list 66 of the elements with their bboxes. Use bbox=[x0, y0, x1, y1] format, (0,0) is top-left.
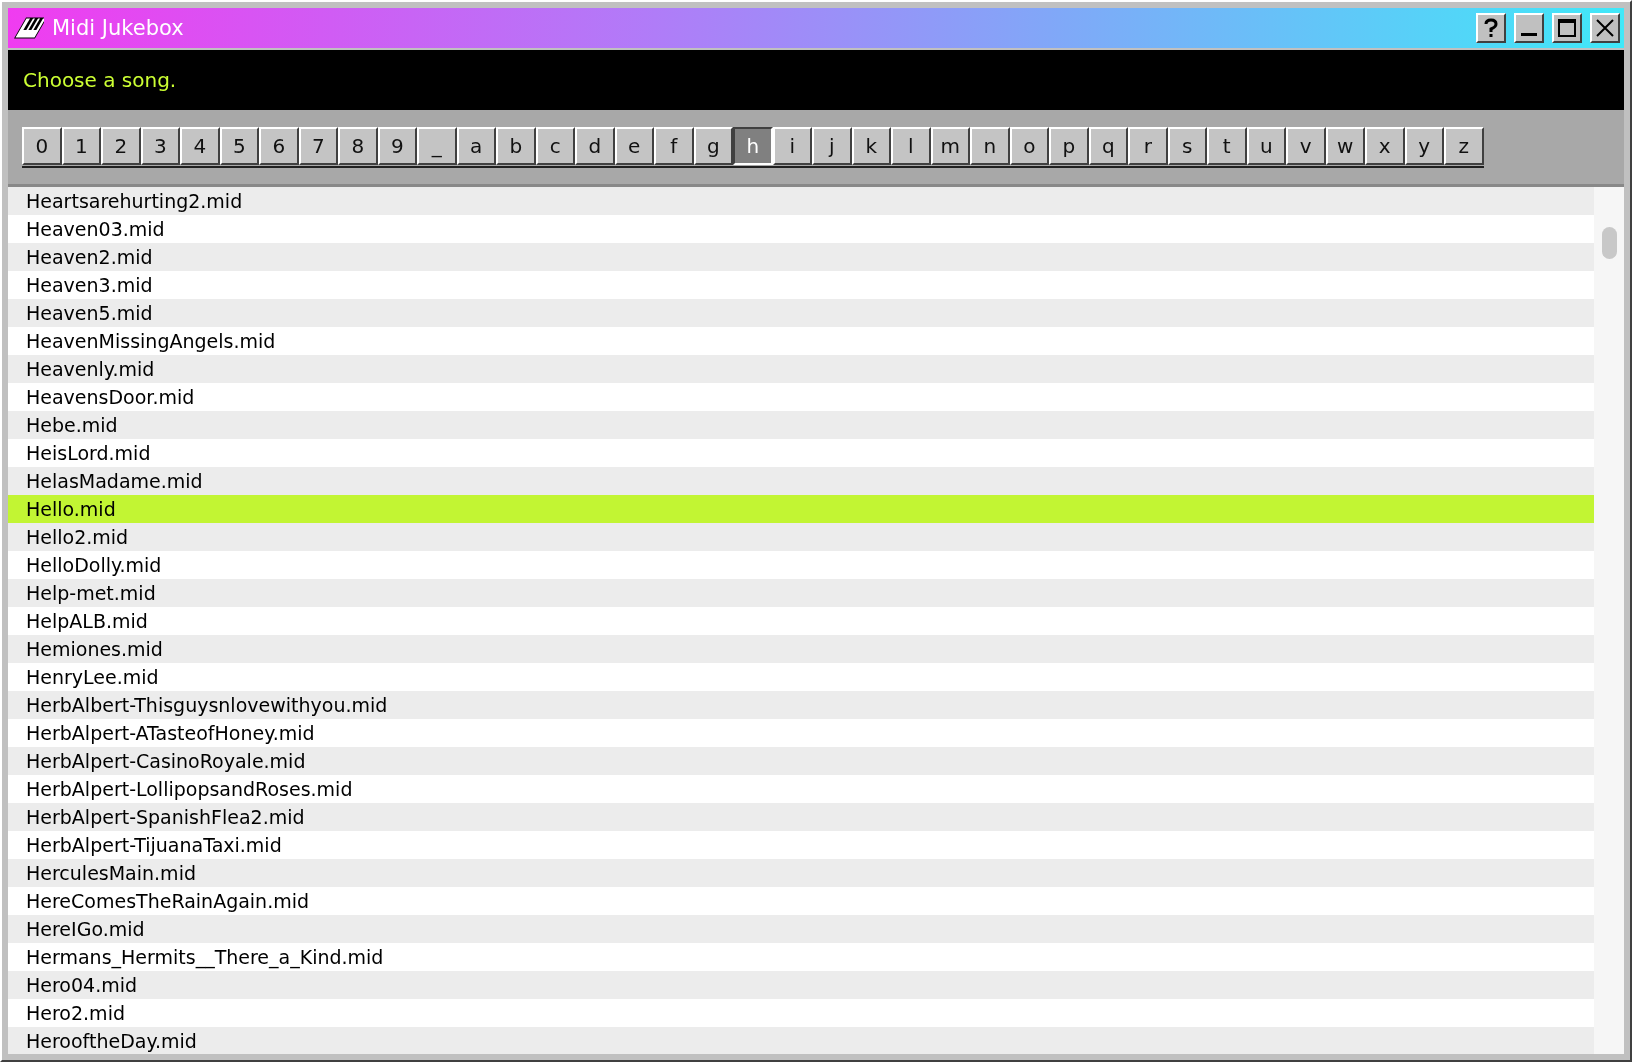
letter-button[interactable]: v bbox=[1286, 126, 1326, 165]
letter-button[interactable]: q bbox=[1088, 126, 1128, 165]
letter-button[interactable]: d bbox=[575, 126, 615, 165]
close-button[interactable] bbox=[1590, 13, 1620, 43]
letter-button[interactable]: j bbox=[812, 126, 852, 165]
song-item[interactable]: HerbAlbert-Thisguysnlovewithyou.mid bbox=[8, 691, 1594, 719]
song-item[interactable]: Help-met.mid bbox=[8, 579, 1594, 607]
letter-button[interactable]: i bbox=[772, 126, 812, 165]
song-item[interactable]: Hello.mid bbox=[8, 495, 1594, 523]
song-item[interactable]: Hebe.mid bbox=[8, 411, 1594, 439]
letter-button[interactable]: 1 bbox=[61, 126, 101, 165]
letter-button[interactable]: m bbox=[930, 126, 970, 165]
letter-button[interactable]: 9 bbox=[377, 126, 417, 165]
song-item[interactable]: Hello2.mid bbox=[8, 523, 1594, 551]
letter-button[interactable]: w bbox=[1325, 126, 1365, 165]
letter-button[interactable]: z bbox=[1444, 126, 1484, 165]
letter-button[interactable]: 5 bbox=[219, 126, 259, 165]
letter-button[interactable]: r bbox=[1128, 126, 1168, 165]
letter-button[interactable]: o bbox=[1009, 126, 1049, 165]
song-item[interactable]: Heaven5.mid bbox=[8, 299, 1594, 327]
song-item[interactable]: HerooftheDay.mid bbox=[8, 1027, 1594, 1054]
window-title: Midi Jukebox bbox=[52, 16, 185, 40]
song-item[interactable]: Hero04.mid bbox=[8, 971, 1594, 999]
letter-button[interactable]: b bbox=[496, 126, 536, 165]
letter-button[interactable]: 0 bbox=[22, 126, 62, 165]
letter-button[interactable]: e bbox=[614, 126, 654, 165]
maximize-icon bbox=[1557, 18, 1577, 38]
letter-button[interactable]: n bbox=[970, 126, 1010, 165]
letter-button[interactable]: 7 bbox=[298, 126, 338, 165]
letter-button[interactable]: 3 bbox=[140, 126, 180, 165]
minimize-button[interactable] bbox=[1514, 13, 1544, 43]
song-item[interactable]: HerbAlpert-SpanishFlea2.mid bbox=[8, 803, 1594, 831]
letter-button[interactable]: 2 bbox=[101, 126, 141, 165]
scrollbar-thumb[interactable] bbox=[1602, 227, 1617, 259]
piano-keys-icon bbox=[14, 15, 44, 41]
letter-button[interactable]: g bbox=[693, 126, 733, 165]
song-item[interactable]: HelasMadame.mid bbox=[8, 467, 1594, 495]
song-item[interactable]: Heartsarehurting2.mid bbox=[8, 187, 1594, 215]
letter-button[interactable]: y bbox=[1404, 126, 1444, 165]
letter-button[interactable]: f bbox=[654, 126, 694, 165]
song-item[interactable]: Heavenly.mid bbox=[8, 355, 1594, 383]
letter-button[interactable]: c bbox=[535, 126, 575, 165]
letter-button[interactable]: k bbox=[851, 126, 891, 165]
maximize-button[interactable] bbox=[1552, 13, 1582, 43]
minimize-icon bbox=[1521, 32, 1537, 36]
letter-button[interactable]: x bbox=[1365, 126, 1405, 165]
letter-button[interactable]: l bbox=[891, 126, 931, 165]
letter-button[interactable]: u bbox=[1246, 126, 1286, 165]
letter-button[interactable]: h bbox=[733, 126, 773, 165]
song-item[interactable]: Heaven2.mid bbox=[8, 243, 1594, 271]
question-mark-icon bbox=[1483, 18, 1499, 38]
letter-button[interactable]: 4 bbox=[180, 126, 220, 165]
letter-button[interactable]: s bbox=[1167, 126, 1207, 165]
letter-button[interactable]: p bbox=[1049, 126, 1089, 165]
song-item[interactable]: Hemiones.mid bbox=[8, 635, 1594, 663]
song-item[interactable]: HereIGo.mid bbox=[8, 915, 1594, 943]
letter-button[interactable]: 8 bbox=[338, 126, 378, 165]
prompt-text: Choose a song. bbox=[8, 50, 1624, 110]
help-button[interactable] bbox=[1476, 13, 1506, 43]
song-item[interactable]: HerbAlpert-CasinoRoyale.mid bbox=[8, 747, 1594, 775]
letter-button[interactable]: 6 bbox=[259, 126, 299, 165]
close-icon bbox=[1595, 18, 1615, 38]
song-item[interactable]: HerculesMain.mid bbox=[8, 859, 1594, 887]
letter-button[interactable]: _ bbox=[417, 126, 457, 165]
letter-button[interactable]: t bbox=[1207, 126, 1247, 165]
letter-button[interactable]: a bbox=[456, 126, 496, 165]
